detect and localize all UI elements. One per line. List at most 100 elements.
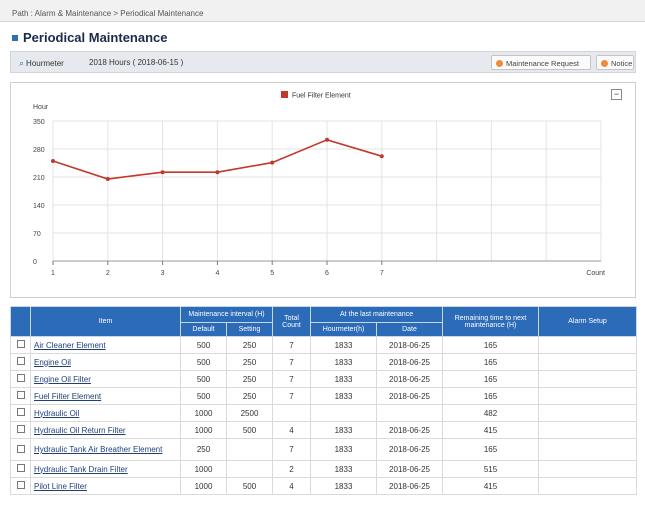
hourmeter-cell: 1833 <box>310 438 378 461</box>
table-row: Fuel Filter Element 500 250 7 1833 2018-06-25… <box>10 387 638 405</box>
table-row: Pilot Line Filter 1000 500 4 1833 2018-06-25 4… <box>10 477 638 495</box>
data-point <box>325 137 329 142</box>
item-link[interactable]: Fuel Filter Element <box>34 392 101 401</box>
remaining-cell: 482 <box>442 404 540 422</box>
count-cell <box>272 404 312 422</box>
row-checkbox[interactable] <box>16 464 25 472</box>
remaining-cell: 165 <box>442 353 540 371</box>
item-link[interactable]: Engine Oil Filter <box>34 375 91 384</box>
alarm-setup-cell <box>538 336 638 354</box>
table-row: Engine Oil 500 250 7 1833 2018-06-25 165 <box>10 353 638 371</box>
item-cell: Engine Oil <box>30 353 181 371</box>
collapse-icon[interactable]: − <box>611 89 622 100</box>
remaining-cell: 515 <box>442 460 540 478</box>
hourmeter-cell: 1833 <box>310 477 378 495</box>
table-row: Hydraulic Tank Air Breather Element 250 7 1… <box>10 438 638 461</box>
remaining-cell: 415 <box>442 477 540 495</box>
data-point <box>215 170 220 175</box>
hourmeter-label: ⌕ Hourmeter <box>19 58 64 69</box>
item-link[interactable]: Hydraulic Oil <box>34 409 79 418</box>
hourmeter-cell: 1833 <box>310 387 378 405</box>
alarm-setup-cell <box>538 438 638 461</box>
remaining-cell: 165 <box>442 438 540 461</box>
date-cell: 2018-06-25 <box>376 460 444 478</box>
hourmeter-cell <box>310 404 378 422</box>
notice-button[interactable]: Notice <box>596 55 634 70</box>
date-cell: 2018-06-25 <box>376 353 444 371</box>
breadcrumb: Path : Alarm & Maintenance > Periodical … <box>0 0 645 22</box>
page-title: Periodical Maintenance <box>12 30 168 45</box>
hourmeter-value: 2018 Hours ( 2018-06-15 ) <box>89 58 184 67</box>
row-checkbox[interactable] <box>16 391 25 399</box>
setting-header: Setting <box>225 322 274 337</box>
date-header: Date <box>376 322 444 337</box>
date-cell: 2018-06-25 <box>376 438 444 461</box>
default-cell: 500 <box>180 353 227 371</box>
legend-swatch <box>281 91 288 98</box>
default-cell: 1000 <box>180 421 227 439</box>
x-tick-label: 2 <box>106 270 110 277</box>
row-checkbox[interactable] <box>16 374 25 382</box>
remaining-cell: 165 <box>442 336 540 354</box>
item-cell: Hydraulic Tank Air Breather Element <box>30 438 181 461</box>
count-cell: 2 <box>272 460 312 478</box>
hourmeter-label-text: Hourmeter <box>26 59 64 68</box>
row-checkbox[interactable] <box>16 481 25 489</box>
item-link[interactable]: Air Cleaner Element <box>34 341 106 350</box>
row-checkbox-cell <box>10 421 31 439</box>
row-checkbox-cell <box>10 370 31 388</box>
alarm-setup-cell <box>538 404 638 422</box>
row-checkbox[interactable] <box>16 357 25 365</box>
date-cell: 2018-06-25 <box>376 387 444 405</box>
alarm-setup-cell <box>538 387 638 405</box>
count-cell: 7 <box>272 336 312 354</box>
row-checkbox[interactable] <box>16 444 25 453</box>
last-maintenance-header: At the last maintenance <box>310 306 444 323</box>
item-cell: Air Cleaner Element <box>30 336 181 354</box>
row-checkbox-cell <box>10 387 31 405</box>
alarm-setup-header: Alarm Setup <box>538 306 638 337</box>
hourmeter-cell: 1833 <box>310 353 378 371</box>
default-cell: 250 <box>180 438 227 461</box>
row-checkbox[interactable] <box>16 340 25 348</box>
row-checkbox-cell <box>10 404 31 422</box>
remaining-cell: 415 <box>442 421 540 439</box>
item-cell: Fuel Filter Element <box>30 387 181 405</box>
item-link[interactable]: Hydraulic Tank Drain Filter <box>34 465 128 474</box>
hourmeter-cell: 1833 <box>310 336 378 354</box>
default-cell: 1000 <box>180 460 227 478</box>
date-cell: 2018-06-25 <box>376 477 444 495</box>
default-cell: 1000 <box>180 477 227 495</box>
maintenance-request-label: Maintenance Request <box>506 59 579 68</box>
x-tick-label: 1 <box>51 270 55 277</box>
notice-label: Notice <box>611 59 633 68</box>
row-checkbox-cell <box>10 336 31 354</box>
item-cell: Hydraulic Oil <box>30 404 181 422</box>
count-cell: 7 <box>272 438 312 461</box>
item-link[interactable]: Hydraulic Tank Air Breather Element <box>34 445 162 454</box>
setting-cell: 250 <box>225 370 274 388</box>
count-cell: 7 <box>272 353 312 371</box>
date-cell: 2018-06-25 <box>376 370 444 388</box>
item-cell: Engine Oil Filter <box>30 370 181 388</box>
data-point <box>379 154 384 159</box>
table-row: Air Cleaner Element 500 250 7 1833 2018-06-25… <box>10 336 638 354</box>
item-link[interactable]: Engine Oil <box>34 358 71 367</box>
x-tick-label: 7 <box>380 270 384 277</box>
legend-label: Fuel Filter Element <box>292 93 351 100</box>
setting-cell <box>225 438 274 461</box>
y-tick-label: 210 <box>33 175 45 182</box>
item-link[interactable]: Hydraulic Oil Return Filter <box>34 426 126 435</box>
table-body: Air Cleaner Element 500 250 7 1833 2018-06-25… <box>10 336 638 495</box>
row-checkbox[interactable] <box>16 425 25 433</box>
maintenance-request-button[interactable]: Maintenance Request <box>491 55 591 70</box>
orange-dot-icon <box>601 60 608 67</box>
row-checkbox[interactable] <box>16 408 25 416</box>
item-link[interactable]: Pilot Line Filter <box>34 482 87 491</box>
setting-cell: 500 <box>225 421 274 439</box>
maintenance-line-chart: 0 70 140 210 280 350 1 2 3 4 5 6 7 Hour Count Fuel Filt… <box>33 91 605 277</box>
x-tick-label: 4 <box>215 270 219 277</box>
table-row: Hydraulic Oil Return Filter 1000 500 4 1833 2… <box>10 421 638 439</box>
default-cell: 500 <box>180 370 227 388</box>
checkbox-header <box>10 306 31 337</box>
